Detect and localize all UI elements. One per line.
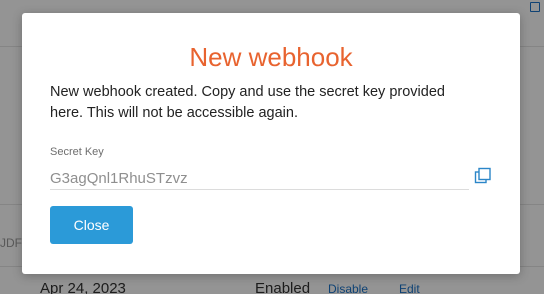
- new-webhook-dialog: New webhook New webhook created. Copy an…: [22, 13, 520, 274]
- secret-key-field[interactable]: [50, 169, 468, 189]
- copy-icon: [474, 167, 491, 184]
- close-button[interactable]: Close: [50, 206, 133, 244]
- dialog-message: New webhook created. Copy and use the se…: [50, 84, 445, 121]
- field-underline: [50, 189, 469, 190]
- dialog-title: New webhook: [189, 42, 353, 72]
- secret-key-label: Secret Key: [50, 146, 104, 158]
- copy-button[interactable]: [474, 167, 492, 185]
